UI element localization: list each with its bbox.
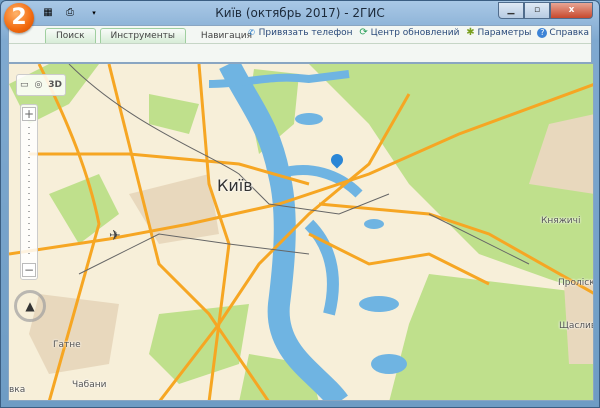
help-button[interactable]: ? Справка	[537, 28, 589, 38]
zoom-slider[interactable]	[28, 127, 30, 257]
zoom-out-button[interactable]: −	[22, 263, 36, 277]
phone-icon: ✆	[248, 28, 255, 37]
place-label: Гатне	[53, 340, 81, 350]
help-label: Справка	[549, 28, 589, 38]
airport-icon: ✈	[109, 228, 121, 244]
place-label: Проліск	[558, 278, 594, 288]
refresh-icon: ⟳	[359, 27, 368, 38]
zoom-in-button[interactable]: +	[22, 107, 36, 121]
app-window: 2 ▦ ⎙ ▾ Київ (октябрь 2017) - 2ГИС ▁ ▫ x…	[0, 0, 600, 408]
tab-tools[interactable]: Инструменты	[99, 28, 186, 44]
update-center-button[interactable]: ⟳ Центр обновлений	[359, 27, 460, 39]
place-label: вка	[9, 385, 26, 395]
update-center-label: Центр обновлений	[370, 28, 460, 38]
zoom-control: + −	[20, 104, 38, 280]
maximize-button[interactable]: ▫	[524, 2, 550, 19]
place-label: Щасливе	[559, 321, 593, 331]
close-button[interactable]: x	[550, 2, 593, 19]
gear-icon: ✱	[466, 27, 475, 38]
place-label: Княжичі	[541, 216, 581, 226]
ruler-icon[interactable]: ▭	[20, 80, 29, 90]
3d-button[interactable]: 3D	[48, 80, 62, 90]
settings-button[interactable]: ✱ Параметры	[465, 27, 532, 39]
app-logo[interactable]: 2	[4, 3, 34, 33]
map-canvas	[9, 64, 593, 400]
place-label: Чабани	[72, 380, 107, 390]
ribbon-divider	[9, 43, 591, 44]
minimize-button[interactable]: ▁	[498, 2, 524, 19]
map-view[interactable]: Київ Княжичі Проліск Щасливе Гатне Чабан…	[8, 63, 594, 401]
tab-search[interactable]: Поиск	[45, 28, 96, 44]
link-phone-label: Привязать телефон	[258, 28, 353, 38]
settings-label: Параметры	[477, 28, 532, 38]
link-phone-button[interactable]: ✆ Привязать телефон	[247, 28, 353, 38]
ribbon: Поиск Инструменты Навигация ✆ Привязать т…	[8, 25, 592, 63]
help-icon: ?	[537, 28, 548, 38]
city-label: Київ	[217, 176, 253, 195]
radius-icon[interactable]: ◎	[34, 80, 42, 90]
compass-icon[interactable]: ▲	[14, 290, 46, 322]
